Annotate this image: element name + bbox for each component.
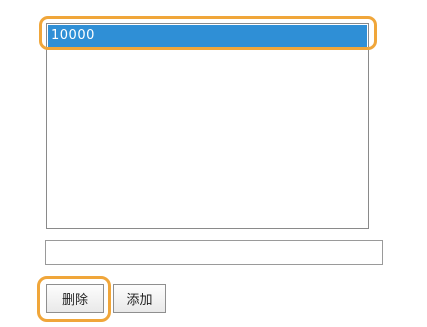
- dialog-panel: 10000 删除 添加: [0, 0, 427, 327]
- delete-button[interactable]: 删除: [46, 284, 104, 313]
- address-listbox[interactable]: 10000: [46, 23, 369, 229]
- entry-input[interactable]: [45, 240, 383, 265]
- list-item[interactable]: 10000: [48, 25, 367, 47]
- add-button[interactable]: 添加: [113, 284, 166, 313]
